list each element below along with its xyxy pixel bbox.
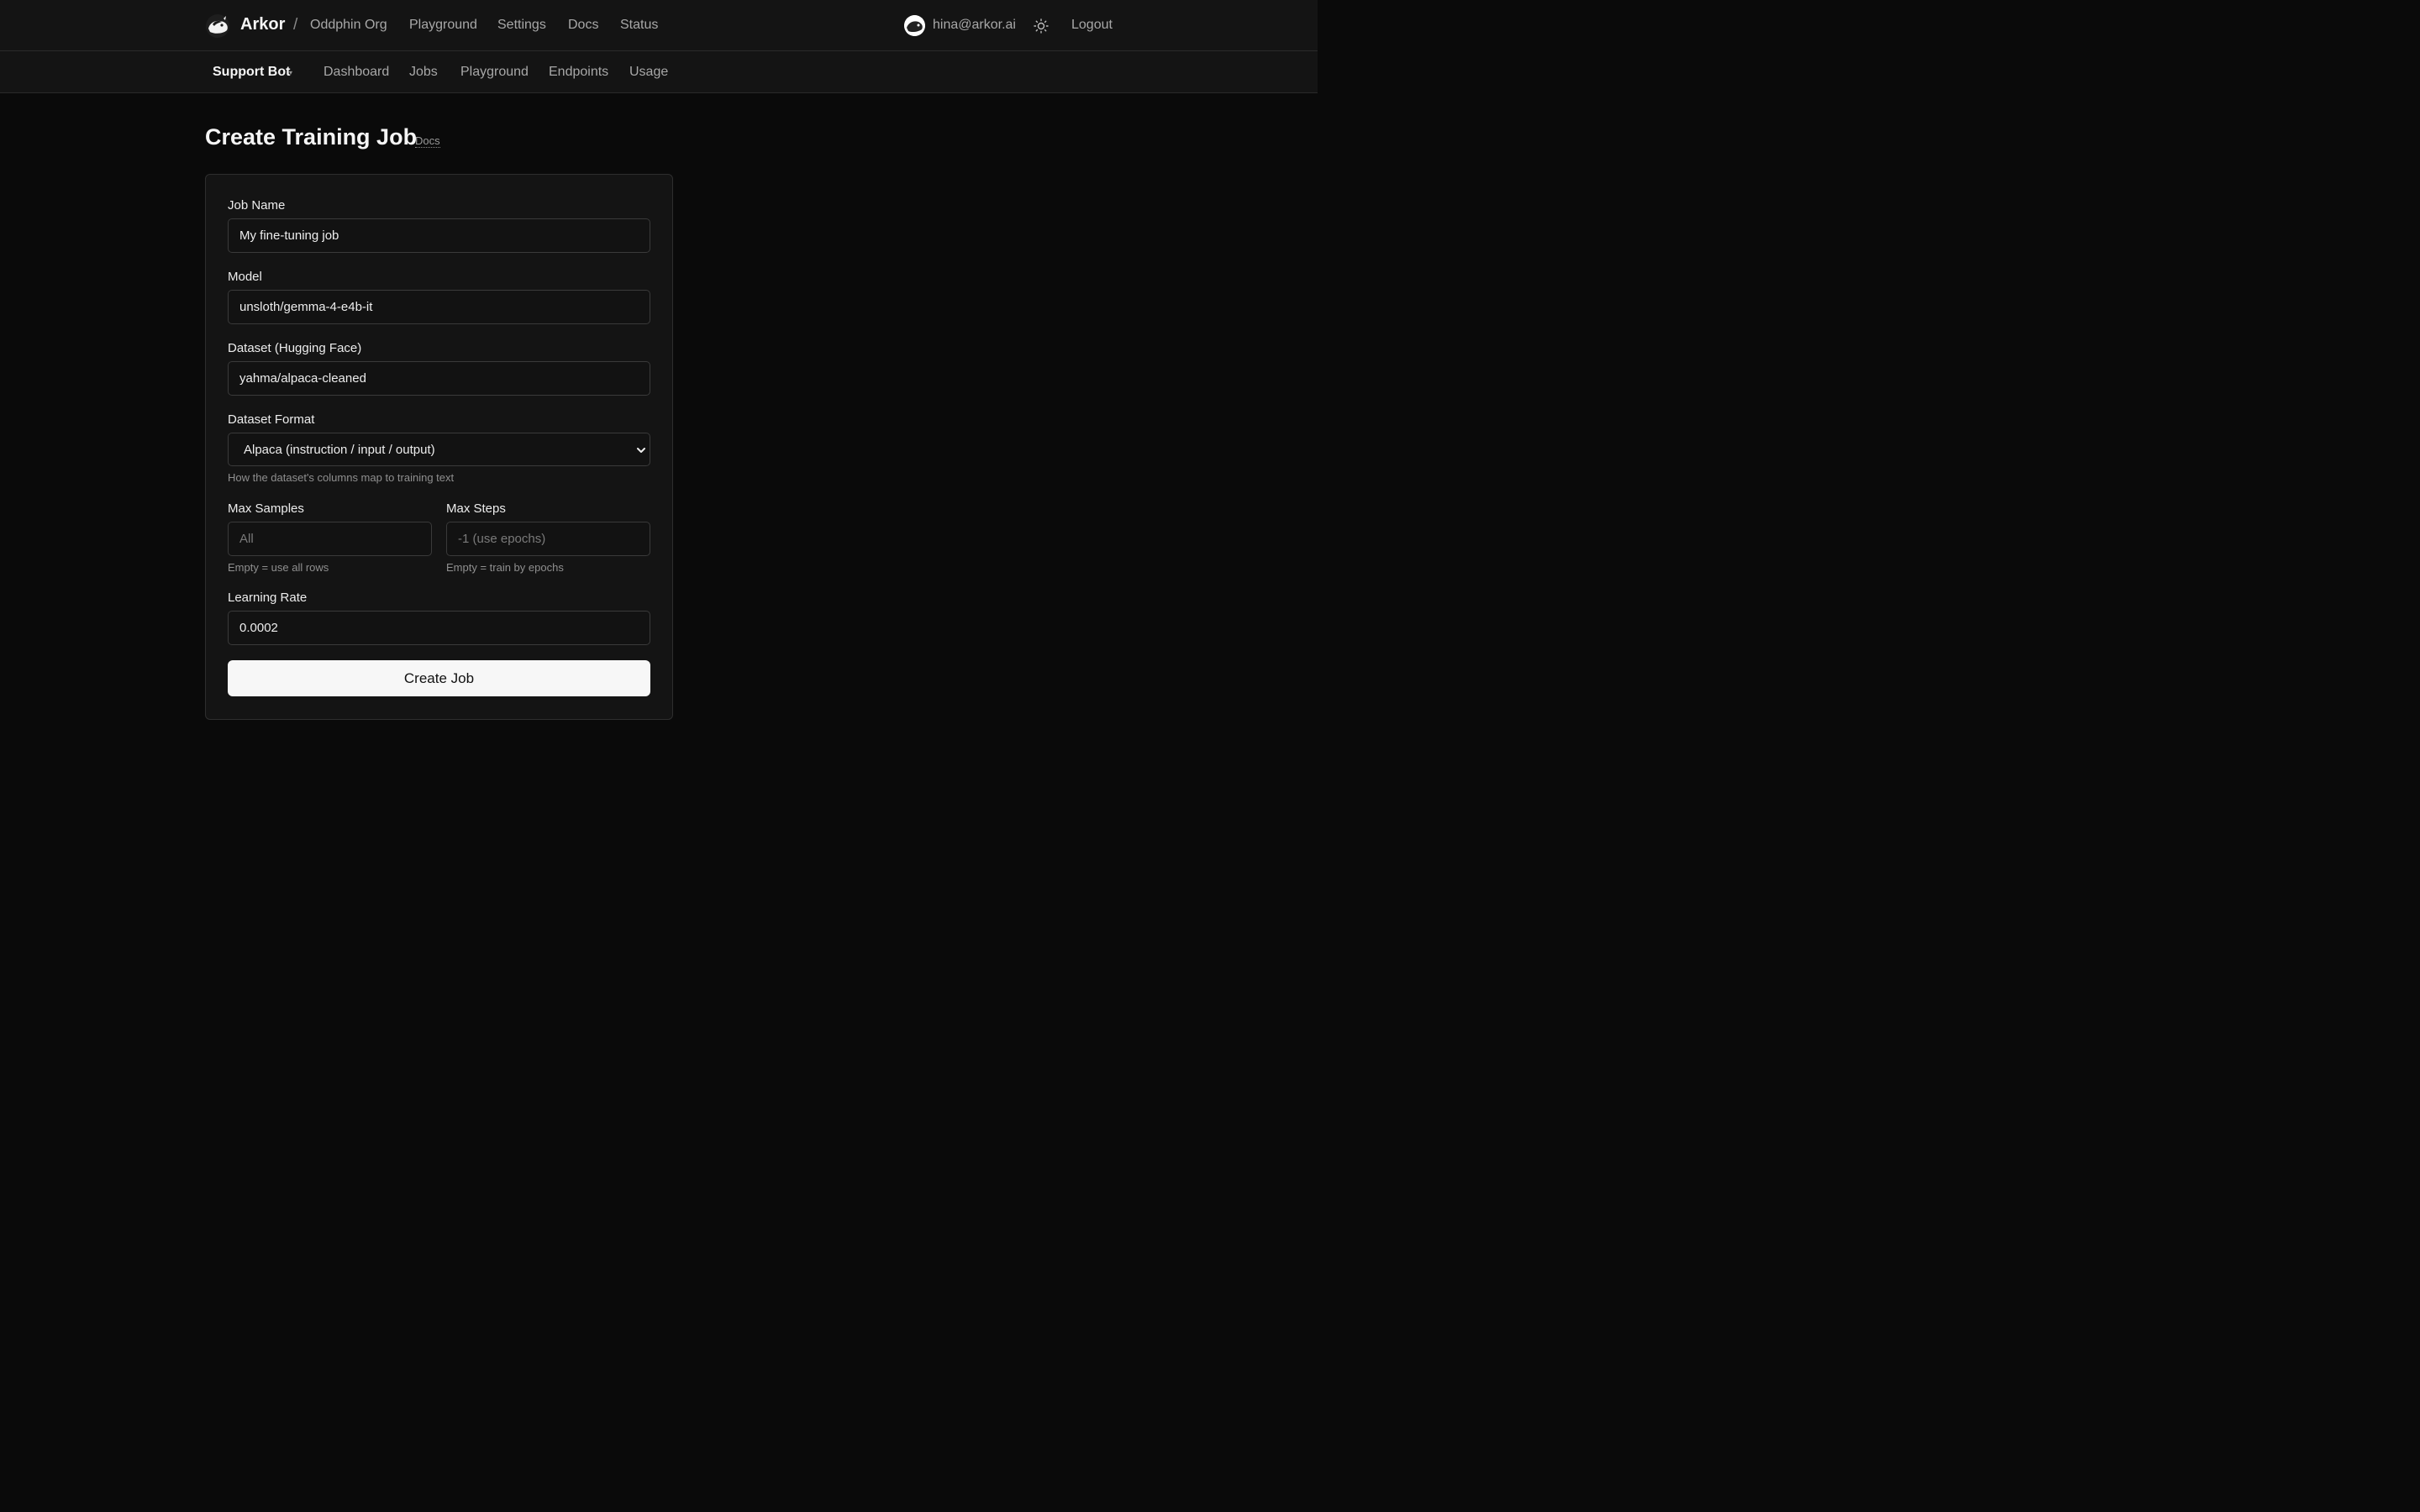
- max-steps-label: Max Steps: [446, 501, 506, 516]
- dataset-format-value: Alpaca (instruction / input / output): [244, 443, 435, 457]
- top-header: Arkor / Oddphin Org Playground Settings …: [0, 0, 1318, 51]
- model-label: Model: [228, 270, 262, 284]
- dataset-label: Dataset (Hugging Face): [228, 341, 362, 355]
- job-name-input[interactable]: [228, 218, 650, 253]
- nav-settings[interactable]: Settings: [497, 18, 546, 33]
- logout-button[interactable]: Logout: [1071, 18, 1113, 33]
- job-name-label: Job Name: [228, 198, 286, 213]
- model-input[interactable]: [228, 290, 650, 324]
- sun-icon[interactable]: [1034, 18, 1049, 34]
- chevron-down-icon: [637, 448, 645, 453]
- tab-usage[interactable]: Usage: [629, 65, 668, 80]
- dataset-format-select[interactable]: Alpaca (instruction / input / output): [228, 433, 650, 466]
- learning-rate-label: Learning Rate: [228, 591, 308, 605]
- arkor-logo-icon[interactable]: [205, 13, 230, 39]
- nav-status[interactable]: Status: [620, 18, 658, 33]
- dataset-format-help: How the dataset's columns map to trainin…: [228, 471, 455, 484]
- learning-rate-input[interactable]: [228, 611, 650, 645]
- tab-dashboard[interactable]: Dashboard: [324, 65, 389, 80]
- max-steps-help: Empty = train by epochs: [446, 561, 564, 574]
- nav-docs[interactable]: Docs: [568, 18, 598, 33]
- project-selector[interactable]: Support Bot: [213, 65, 290, 80]
- tab-playground[interactable]: Playground: [460, 65, 529, 80]
- max-steps-input[interactable]: [446, 522, 650, 556]
- breadcrumb-separator: /: [293, 16, 298, 34]
- create-job-button[interactable]: Create Job: [228, 660, 650, 696]
- docs-link[interactable]: Docs: [415, 135, 440, 148]
- avatar-icon: [904, 15, 925, 36]
- tab-endpoints[interactable]: Endpoints: [549, 65, 608, 80]
- project-nav: Support Bot ▾ Dashboard Jobs Playground …: [0, 51, 1318, 93]
- page-title: Create Training Job: [205, 124, 418, 150]
- dataset-format-label: Dataset Format: [228, 412, 315, 427]
- org-switcher[interactable]: Oddphin Org: [310, 18, 387, 33]
- chevron-down-icon[interactable]: ▾: [289, 69, 292, 76]
- tab-jobs[interactable]: Jobs: [409, 65, 438, 80]
- dataset-input[interactable]: [228, 361, 650, 396]
- avatar[interactable]: [904, 15, 925, 36]
- max-samples-input[interactable]: [228, 522, 432, 556]
- user-email[interactable]: hina@arkor.ai: [933, 18, 1016, 33]
- brand-name[interactable]: Arkor: [240, 15, 285, 34]
- max-samples-help: Empty = use all rows: [228, 561, 329, 574]
- nav-playground[interactable]: Playground: [409, 18, 477, 33]
- max-samples-label: Max Samples: [228, 501, 304, 516]
